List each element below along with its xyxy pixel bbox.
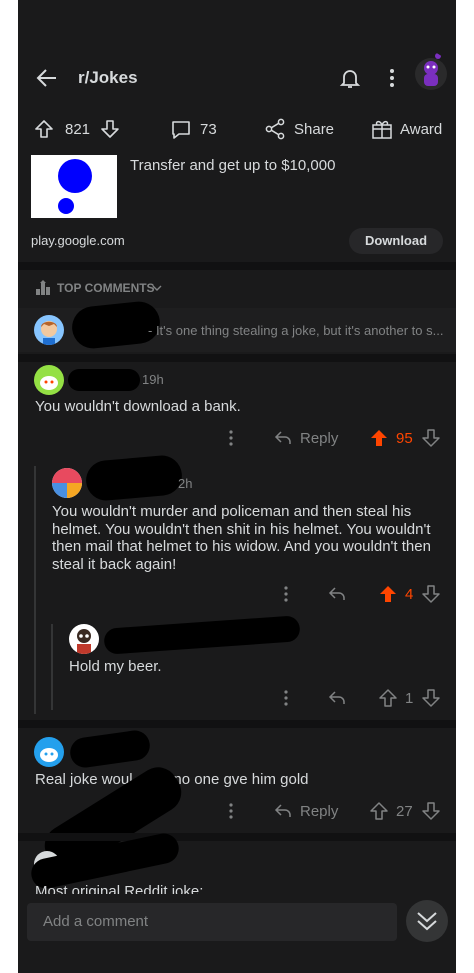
- double-chevron-down-icon: [417, 912, 437, 931]
- downvote-icon[interactable]: [100, 119, 120, 139]
- back-arrow-icon[interactable]: [35, 66, 59, 90]
- reply-icon[interactable]: [328, 586, 346, 602]
- reply-icon[interactable]: [328, 690, 346, 706]
- user-avatar[interactable]: [414, 52, 448, 92]
- comment-avatar: [34, 737, 64, 767]
- downvote-icon[interactable]: [422, 689, 440, 707]
- overflow-menu-icon[interactable]: [386, 66, 398, 90]
- comment-score: 4: [405, 586, 414, 603]
- section-divider: [18, 262, 456, 270]
- comment-bubble-icon[interactable]: [170, 119, 192, 141]
- comment-avatar: [52, 468, 82, 498]
- jump-down-button[interactable]: [406, 900, 448, 942]
- comment-more-icon[interactable]: [282, 586, 290, 602]
- section-divider: [18, 833, 456, 841]
- ad-headline[interactable]: Transfer and get up to $10,000: [130, 157, 335, 174]
- post-comment-count[interactable]: 73: [200, 121, 217, 138]
- comment-body: Hold my beer.: [69, 658, 162, 675]
- comment-body: You wouldn't download a bank.: [35, 398, 241, 415]
- comment-more-icon[interactable]: [282, 690, 290, 706]
- ad-thumbnail[interactable]: [31, 155, 117, 218]
- redacted-username: [84, 453, 184, 503]
- reply-icon[interactable]: [274, 803, 292, 819]
- sort-label[interactable]: TOP COMMENTS: [57, 281, 155, 295]
- comment-more-icon[interactable]: [227, 430, 235, 446]
- redacted-username: [68, 728, 152, 770]
- bar-chart-icon: [35, 280, 51, 296]
- share-label[interactable]: Share: [294, 121, 334, 138]
- comment-body: You wouldn't murder and policeman and th…: [52, 503, 431, 573]
- upvote-icon[interactable]: [379, 689, 397, 707]
- comment-score: 1: [405, 690, 414, 707]
- comment-avatar: [69, 624, 99, 654]
- upvote-active-icon[interactable]: [370, 429, 388, 447]
- bell-icon[interactable]: [338, 66, 362, 90]
- upvote-icon[interactable]: [34, 119, 54, 139]
- award-label[interactable]: Award: [400, 121, 442, 138]
- comment-more-icon[interactable]: [227, 803, 235, 819]
- upvote-icon[interactable]: [370, 802, 388, 820]
- ad-download-button[interactable]: Download: [349, 228, 443, 254]
- downvote-icon[interactable]: [422, 802, 440, 820]
- share-icon[interactable]: [264, 118, 286, 140]
- comment-timestamp: 2h: [178, 476, 193, 491]
- downvote-icon[interactable]: [422, 429, 440, 447]
- subreddit-title[interactable]: r/Jokes: [78, 68, 138, 88]
- upvote-active-icon[interactable]: [379, 585, 397, 603]
- comment-timestamp: 19h: [142, 372, 164, 387]
- app-screen: r/Jokes 821 73 Share Award Transfer and …: [18, 0, 456, 973]
- section-divider: [18, 354, 456, 362]
- downvote-icon[interactable]: [422, 585, 440, 603]
- section-divider: [18, 720, 456, 728]
- comment-score: 95: [396, 430, 413, 447]
- post-upvote-count: 821: [65, 121, 91, 138]
- redacted-username: [103, 615, 301, 655]
- comment-avatar: [34, 315, 64, 345]
- redacted-username: [68, 369, 140, 391]
- ad-domain: play.google.com: [31, 233, 125, 248]
- reply-icon[interactable]: [274, 430, 292, 446]
- comment-avatar: [34, 365, 64, 395]
- reply-label[interactable]: Reply: [300, 430, 338, 447]
- thread-line[interactable]: [51, 624, 53, 710]
- reply-label[interactable]: Reply: [300, 803, 338, 820]
- award-gift-icon[interactable]: [371, 118, 393, 140]
- collapsed-comment-preview: - It's one thing stealing a joke, but it…: [148, 323, 444, 338]
- add-comment-input[interactable]: Add a comment: [27, 903, 397, 941]
- thread-line[interactable]: [34, 466, 36, 714]
- chevron-down-icon[interactable]: [152, 283, 162, 293]
- comment-score: 27: [396, 803, 413, 820]
